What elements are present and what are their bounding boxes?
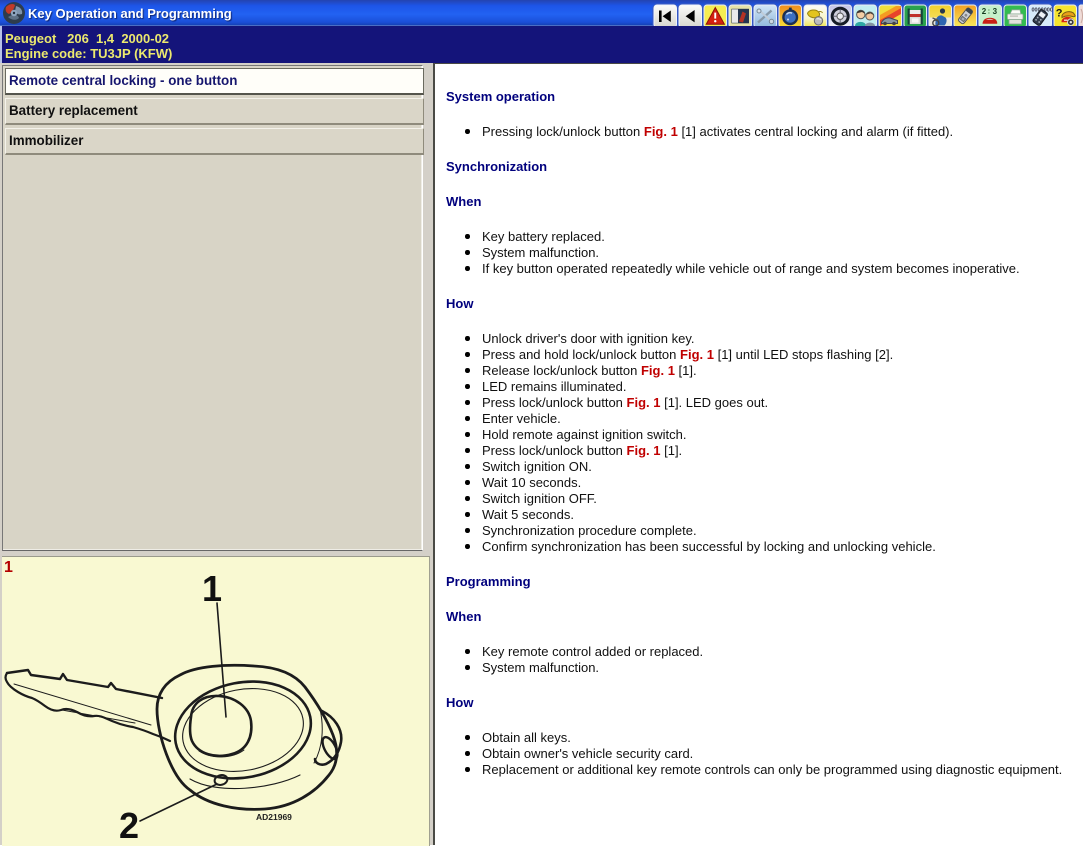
svg-text:AD21969: AD21969 xyxy=(256,812,292,822)
svg-text:2: 2 xyxy=(982,7,987,16)
svg-text:1: 1 xyxy=(202,568,222,609)
svg-text:3: 3 xyxy=(993,7,998,16)
svg-text:2: 2 xyxy=(119,805,139,846)
svg-text::: : xyxy=(988,9,990,16)
